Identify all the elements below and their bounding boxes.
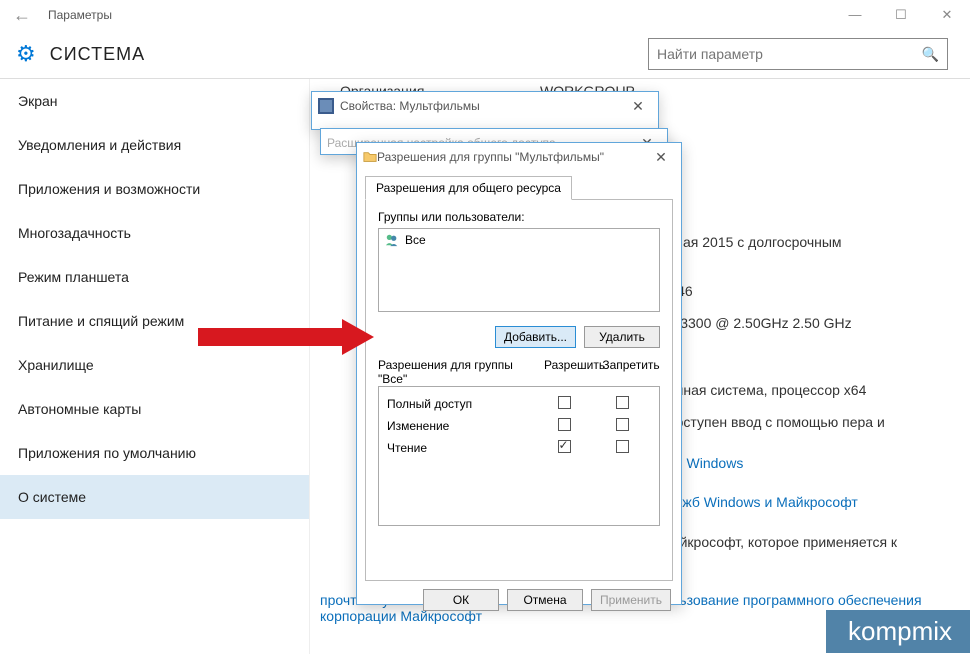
sidebar-item-multitasking[interactable]: Многозадачность [0,211,309,255]
sidebar: Экран Уведомления и действия Приложения … [0,79,310,654]
permissions-list: Полный доступ Изменение Чтение [378,386,660,526]
header: ⚙ СИСТЕМА 🔍 [0,30,970,78]
cancel-button[interactable]: Отмена [507,589,583,611]
close-icon[interactable]: ✕ [624,98,652,115]
maximize-button[interactable]: ☐ [878,0,924,30]
window-title: Параметры [44,8,832,22]
permissions-heading: Разрешения для группы "Все" [378,358,544,386]
col-allow: Разрешить [544,358,602,386]
gear-icon: ⚙ [16,41,36,67]
checkbox-allow-modify[interactable] [558,418,571,431]
checkbox-allow-read[interactable] [558,440,571,453]
groups-label: Группы или пользователи: [378,210,660,224]
remove-button[interactable]: Удалить [584,326,660,348]
search-input[interactable] [657,46,922,62]
perm-row-full: Полный доступ [387,393,651,415]
users-icon [385,233,399,247]
app-icon [318,98,334,114]
sidebar-item-screen[interactable]: Экран [0,79,309,123]
page-title: СИСТЕМА [50,44,648,65]
highlight-arrow [198,320,378,354]
sidebar-item-notifications[interactable]: Уведомления и действия [0,123,309,167]
tab-share-permissions[interactable]: Разрешения для общего ресурса [365,176,572,200]
group-name: Все [405,233,426,247]
os-fragment: ионная система, процессор x64 [660,382,866,398]
ok-button[interactable]: ОК [423,589,499,611]
checkbox-allow-full[interactable] [558,396,571,409]
search-icon: 🔍 [922,46,939,63]
groups-listbox[interactable]: Все [378,228,660,312]
permissions-dialog: Разрешения для группы "Мультфильмы" ✕ Ра… [356,142,682,605]
pen-fragment: едоступен ввод с помощью пера и [660,414,885,430]
watermark: kompmix [826,610,970,653]
close-icon[interactable]: ✕ [647,149,675,166]
back-button[interactable]: ← [0,5,44,26]
sidebar-item-apps[interactable]: Приложения и возможности [0,167,309,211]
dialog-title: Разрешения для группы "Мультфильмы" [377,150,647,164]
col-deny: Запретить [602,358,660,386]
checkbox-deny-read[interactable] [616,440,629,453]
add-button[interactable]: Добавить... [495,326,576,348]
properties-dialog: Свойства: Мультфильмы ✕ [311,91,659,130]
link-services[interactable]: служб Windows и Майкрософт [660,494,858,510]
minimize-button[interactable]: — [832,0,878,30]
sidebar-item-offline-maps[interactable]: Автономные карты [0,387,309,431]
perm-row-modify: Изменение [387,415,651,437]
sidebar-item-tablet[interactable]: Режим планшета [0,255,309,299]
edition-fragment: ивная 2015 с долгосрочным [660,234,842,250]
folder-icon [363,150,377,164]
checkbox-deny-full[interactable] [616,396,629,409]
search-box[interactable]: 🔍 [648,38,948,70]
list-item[interactable]: Все [385,233,653,247]
apply-button[interactable]: Применить [591,589,671,611]
dialog-title: Свойства: Мультфильмы [340,99,624,113]
titlebar: ← Параметры — ☐ ✕ [0,0,970,30]
checkbox-deny-modify[interactable] [616,418,629,431]
cpu-fragment: J E3300 @ 2.50GHz 2.50 GHz [660,315,852,331]
close-button[interactable]: ✕ [924,0,970,30]
sidebar-item-default-apps[interactable]: Приложения по умолчанию [0,431,309,475]
sidebar-item-about[interactable]: О системе [0,475,309,519]
ms-fragment: Майкрософт, которое применяется к [660,534,897,550]
perm-row-read: Чтение [387,437,651,459]
